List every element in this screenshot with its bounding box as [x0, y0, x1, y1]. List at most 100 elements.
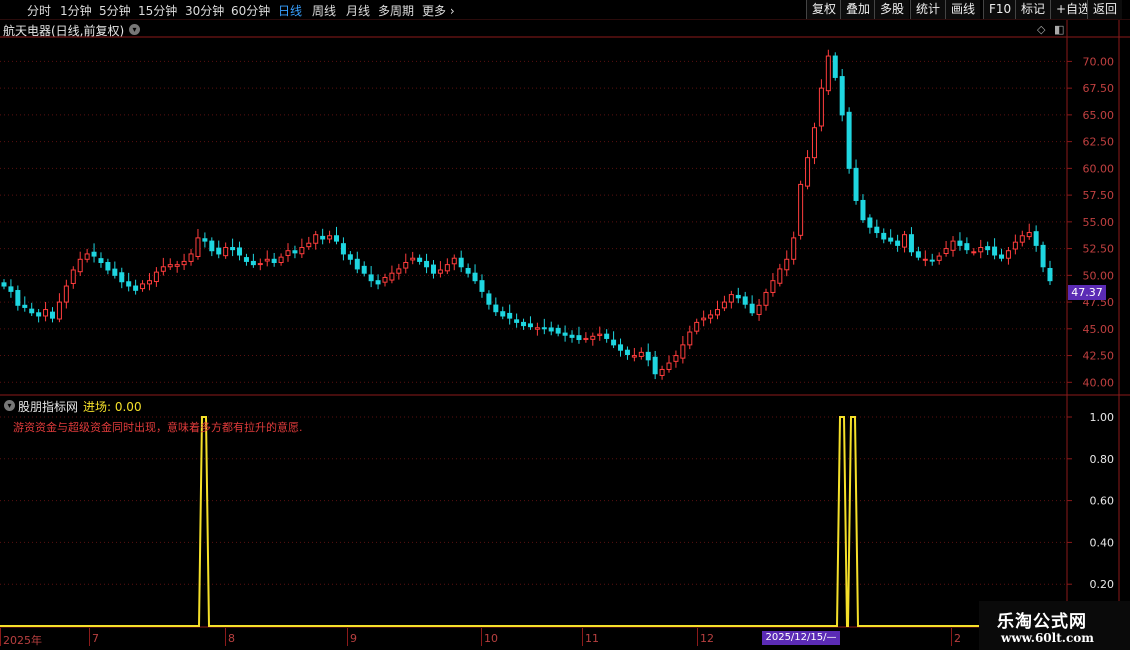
watermark: 乐淘公式网 www.60lt.com [979, 601, 1130, 650]
candle-body [1026, 232, 1032, 238]
candle-body [618, 344, 624, 351]
candle-body [659, 368, 665, 376]
candle-body [264, 258, 270, 262]
candle-body [846, 111, 852, 169]
price-tick-label: 70.00 [1083, 55, 1115, 68]
candle-body [583, 337, 589, 341]
candle-body [133, 285, 139, 291]
candle-body [403, 261, 409, 269]
candle-body [458, 257, 464, 268]
current-price-badge: 47.37 [1068, 285, 1106, 300]
candle-body [839, 76, 845, 116]
candle-body [701, 317, 707, 321]
candle-body [230, 247, 236, 251]
watermark-url: www.60lt.com [1001, 631, 1094, 645]
time-axis-label: 11 [585, 632, 599, 645]
candle-body [708, 314, 714, 319]
candle-body [278, 256, 284, 263]
candle-body [84, 253, 90, 260]
candle-body [285, 250, 291, 256]
candle-body [63, 285, 69, 303]
candle-body [527, 323, 533, 328]
candle-body [368, 274, 374, 282]
candle-body [514, 319, 520, 323]
candle-body [943, 248, 949, 255]
candle-body [105, 261, 111, 271]
candle-body [811, 127, 817, 159]
candle-body [853, 167, 859, 201]
candle-body [202, 238, 208, 242]
candle-body [922, 258, 928, 261]
price-tick-label: 50.00 [1083, 269, 1115, 282]
candle-body [631, 355, 637, 358]
candle-body [735, 294, 741, 299]
candle-body [569, 334, 575, 338]
cursor-date-badge: 2025/12/15/— [762, 631, 840, 645]
time-axis-label: 12 [700, 632, 714, 645]
candle-body [160, 266, 166, 272]
candle-body [521, 321, 527, 327]
candle-body [486, 293, 492, 305]
stock-chart[interactable]: 70.00 67.50 65.00 62.50 60.00 57.50 55.00 52.50… [0, 0, 1130, 650]
candle-body [770, 280, 776, 293]
candle-body [818, 87, 824, 127]
time-axis-label: 10 [484, 632, 498, 645]
candle-body [320, 235, 326, 240]
candle-body [742, 296, 748, 305]
candle-body [999, 254, 1005, 259]
indicator-tick-label: 0.60 [1090, 495, 1115, 508]
candle-body [992, 246, 998, 256]
candle-body [777, 268, 783, 284]
candle-body [153, 271, 159, 283]
candle-body [8, 286, 14, 292]
candle-body [908, 234, 914, 253]
price-tick-label: 52.50 [1083, 243, 1115, 256]
candle-body [534, 327, 540, 330]
candle-body [1047, 267, 1053, 282]
candle-body [43, 309, 49, 317]
candle-body [119, 272, 125, 283]
candle-body [313, 234, 319, 244]
candle-body [271, 258, 277, 263]
time-axis-label: 9 [350, 632, 357, 645]
candle-body [902, 234, 908, 248]
candle-body [56, 301, 62, 320]
candle-body [957, 240, 963, 246]
time-axis-tick [582, 628, 583, 646]
candle-body [507, 312, 513, 319]
candle-body [874, 226, 880, 234]
indicator-menu-icon[interactable]: ▾ [4, 400, 15, 411]
candle-body [832, 55, 838, 78]
candle-body [978, 247, 984, 253]
indicator-tick-label: 1.00 [1090, 411, 1115, 424]
candle-body [1012, 241, 1018, 250]
candle-body [756, 304, 762, 315]
candle-body [174, 264, 180, 267]
candle-body [791, 237, 797, 260]
candle-body [29, 308, 35, 314]
indicator-tick-label: 0.40 [1090, 536, 1115, 549]
candle-body [167, 264, 173, 268]
indicator-description: 游资资金与超级资金同时出现，意味着多方都有拉升的意愿. [13, 421, 303, 434]
price-tick-label: 67.50 [1083, 82, 1115, 95]
candle-body [77, 258, 83, 273]
candle-body [888, 237, 894, 242]
candle-body [798, 183, 804, 236]
candle-body [936, 255, 942, 261]
candle-body [1033, 231, 1039, 246]
candle-body [195, 237, 201, 258]
candle-body [576, 335, 582, 341]
candle-body [915, 251, 921, 258]
candle-body [638, 351, 644, 357]
candle-body [548, 327, 554, 332]
candle-body [209, 240, 215, 252]
candle-body [881, 232, 887, 240]
time-axis-label: 2 [954, 632, 961, 645]
price-tick-label: 65.00 [1083, 109, 1115, 122]
time-axis-tick [0, 628, 1, 646]
candle-body [860, 199, 866, 221]
candle-body [597, 333, 603, 336]
time-axis-label: 7 [92, 632, 99, 645]
time-axis-tick [225, 628, 226, 646]
candle-body [749, 303, 755, 314]
